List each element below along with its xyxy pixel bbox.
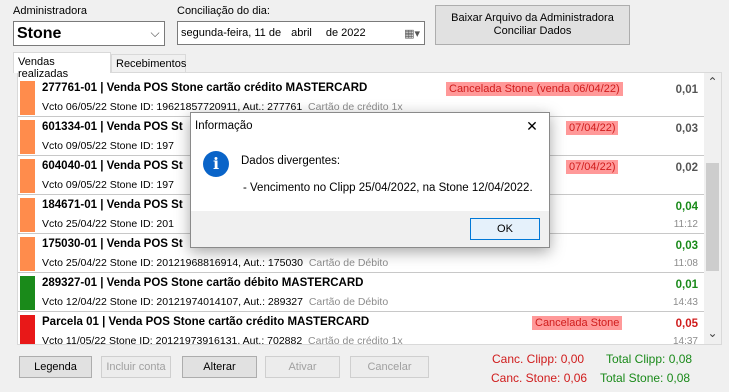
status-color-bar bbox=[20, 237, 35, 271]
row-title: 604040-01 | Venda POS St bbox=[42, 160, 183, 172]
status-badge: 07/04/22) bbox=[566, 121, 619, 135]
tab-vendas-realizadas[interactable]: Vendas realizadas bbox=[13, 52, 111, 80]
conciliacao-label: Conciliação do dia: bbox=[177, 5, 270, 17]
row-time: 14:37 bbox=[672, 336, 698, 345]
status-color-bar bbox=[20, 315, 35, 344]
scroll-thumb[interactable] bbox=[706, 163, 719, 271]
row-title: 184671-01 | Venda POS St bbox=[42, 199, 183, 211]
row-title: 277761-01 | Venda POS Stone cartão crédi… bbox=[42, 82, 368, 94]
dialog-title: Informação bbox=[195, 120, 253, 132]
tab-recebimentos[interactable]: Recebimentos bbox=[111, 54, 186, 73]
vertical-scrollbar[interactable]: ⌃ ⌄ bbox=[704, 73, 721, 344]
calendar-icon[interactable]: ▦▾ bbox=[404, 27, 420, 40]
row-amount: 0,03 bbox=[675, 240, 698, 252]
row-title: 601334-01 | Venda POS St bbox=[42, 121, 183, 133]
status-color-bar bbox=[20, 198, 35, 232]
row-amount: 0,05 bbox=[675, 318, 698, 330]
info-dialog[interactable]: Informação ✕ i Dados divergentes: - Venc… bbox=[190, 112, 550, 248]
alterar-button[interactable]: Alterar bbox=[182, 356, 257, 378]
list-item[interactable]: Parcela 01 | Venda POS Stone cartão créd… bbox=[18, 313, 704, 345]
ativar-button[interactable]: Ativar bbox=[265, 356, 340, 378]
ok-button[interactable]: OK bbox=[470, 218, 540, 240]
row-title: Parcela 01 | Venda POS Stone cartão créd… bbox=[42, 316, 370, 328]
row-time: 11:12 bbox=[673, 219, 698, 230]
administradora-select[interactable]: Stone ⌵ bbox=[13, 21, 165, 46]
status-badge: Cancelada Stone bbox=[532, 316, 623, 330]
dialog-footer: OK bbox=[191, 211, 549, 247]
status-badge: 07/04/22) bbox=[566, 160, 619, 174]
administradora-value: Stone bbox=[17, 24, 62, 42]
row-subtitle: Vcto 12/04/22 Stone ID: 20121974014107, … bbox=[42, 296, 389, 308]
info-icon: i bbox=[203, 151, 229, 177]
row-title: 175030-01 | Venda POS St bbox=[42, 238, 183, 250]
row-subtitle: Vcto 25/04/22 Stone ID: 201 bbox=[42, 218, 174, 230]
row-time: 11:08 bbox=[673, 258, 698, 269]
close-icon[interactable]: ✕ bbox=[519, 116, 545, 136]
row-amount: 0,03 bbox=[675, 123, 698, 135]
cancelar-button[interactable]: Cancelar bbox=[350, 356, 429, 378]
administradora-label: Administradora bbox=[13, 5, 87, 17]
row-subtitle: Vcto 09/05/22 Stone ID: 197 bbox=[42, 179, 174, 191]
row-title: 289327-01 | Venda POS Stone cartão débit… bbox=[42, 277, 364, 289]
dialog-heading: Dados divergentes: bbox=[241, 155, 341, 167]
status-color-bar bbox=[20, 81, 35, 115]
total-stone: Total Stone: 0,08 bbox=[600, 371, 691, 385]
date-de: de bbox=[325, 27, 339, 39]
list-item[interactable]: 289327-01 | Venda POS Stone cartão débit… bbox=[18, 274, 704, 312]
date-weekday[interactable]: segunda-feira, 11 de bbox=[178, 27, 281, 39]
row-subtitle: Vcto 25/04/22 Stone ID: 20121968816914, … bbox=[42, 257, 389, 269]
scroll-up-icon[interactable]: ⌃ bbox=[704, 75, 721, 89]
dialog-message: - Vencimento no Clipp 25/04/2022, na Sto… bbox=[243, 182, 533, 194]
status-color-bar bbox=[20, 120, 35, 154]
chevron-down-icon: ⌵ bbox=[150, 26, 160, 40]
date-picker[interactable]: segunda-feira, 11 de abril de 2022 ▦▾ bbox=[177, 21, 425, 45]
row-amount: 0,01 bbox=[675, 84, 698, 96]
row-subtitle: Vcto 11/05/22 Stone ID: 20121973916131, … bbox=[42, 335, 403, 345]
canc-clipp: Canc. Clipp: 0,00 bbox=[492, 352, 585, 366]
row-amount: 0,04 bbox=[675, 201, 698, 213]
status-badge: Cancelada Stone (venda 06/04/22) bbox=[446, 82, 623, 96]
row-amount: 0,01 bbox=[675, 279, 698, 291]
row-subtitle: Vcto 09/05/22 Stone ID: 197 bbox=[42, 140, 174, 152]
baixar-conciliar-button[interactable]: Baixar Arquivo da Administradora Concili… bbox=[435, 5, 630, 45]
row-amount: 0,02 bbox=[675, 162, 698, 174]
status-color-bar bbox=[20, 276, 35, 310]
scroll-down-icon[interactable]: ⌄ bbox=[704, 326, 721, 340]
row-time: 14:43 bbox=[672, 297, 698, 308]
date-month[interactable]: abril bbox=[291, 27, 312, 39]
incluir-conta-button[interactable]: Incluir conta bbox=[101, 356, 171, 378]
total-clipp: Total Clipp: 0,08 bbox=[606, 352, 693, 366]
status-color-bar bbox=[20, 159, 35, 193]
legenda-button[interactable]: Legenda bbox=[19, 356, 92, 378]
date-year[interactable]: 2022 bbox=[341, 27, 365, 39]
canc-stone: Canc. Stone: 0,06 bbox=[491, 371, 588, 385]
